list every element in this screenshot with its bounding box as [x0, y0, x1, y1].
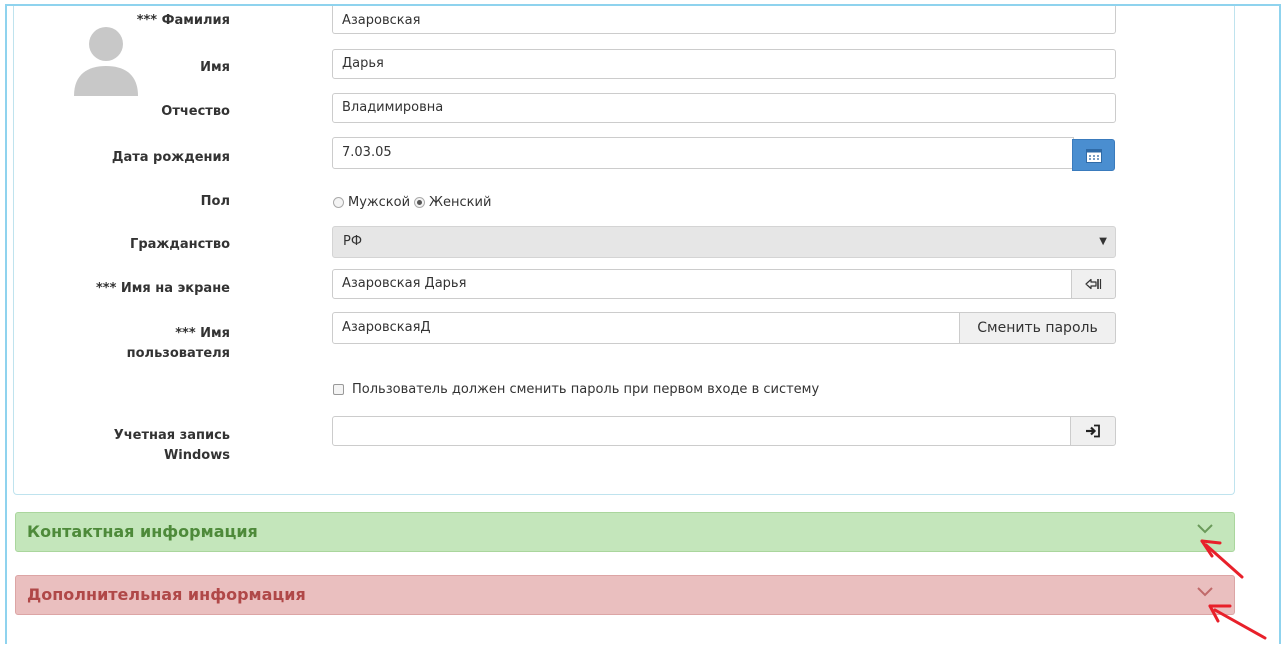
- first-name-input[interactable]: Дарья: [332, 49, 1116, 79]
- calendar-icon: [1085, 148, 1102, 163]
- gender-radio-female[interactable]: [414, 196, 426, 208]
- contact-info-section-header[interactable]: Контактная информация: [15, 512, 1235, 552]
- contact-info-title: Контактная информация: [27, 522, 258, 541]
- chevron-down-icon[interactable]: [1196, 586, 1214, 598]
- avatar-placeholder-icon: [74, 27, 138, 96]
- sign-in-icon: [1086, 424, 1100, 438]
- calendar-button[interactable]: [1072, 139, 1115, 171]
- gender-option-male-label: Мужской: [348, 194, 411, 210]
- extra-info-section-header[interactable]: Дополнительная информация: [15, 575, 1235, 615]
- citizenship-select[interactable]: РФ ▼: [332, 226, 1116, 258]
- birth-date-input[interactable]: 7.03.05: [332, 137, 1074, 169]
- citizenship-selected-value: РФ: [343, 234, 363, 249]
- citizenship-label: Гражданство: [130, 237, 230, 252]
- gender-radio-male[interactable]: [333, 196, 344, 208]
- gender-label: Пол: [200, 194, 230, 209]
- birth-date-label: Дата рождения: [111, 150, 230, 165]
- generate-display-name-button[interactable]: [1071, 269, 1116, 299]
- display-name-label: *** Имя на экране: [96, 281, 230, 296]
- must-change-password-checkbox[interactable]: [333, 384, 344, 395]
- windows-account-input[interactable]: [332, 416, 1072, 446]
- windows-account-label-line1: Учетная запись: [113, 428, 230, 443]
- surname-label: *** Фамилия: [136, 13, 230, 28]
- must-change-password-row: Пользователь должен сменить пароль при п…: [333, 382, 819, 397]
- gender-radio-group: Мужской Женский: [333, 192, 491, 212]
- extra-info-title: Дополнительная информация: [27, 585, 306, 604]
- patronymic-label: Отчество: [161, 104, 230, 119]
- username-label-line1: *** Имя: [175, 326, 230, 341]
- windows-login-button[interactable]: [1070, 416, 1116, 446]
- page-frame: *** Фамилия Азаровская Имя Дарья Отчеств…: [5, 4, 1281, 644]
- change-password-button[interactable]: Сменить пароль: [959, 312, 1116, 344]
- dropdown-caret-icon: ▼: [1099, 236, 1107, 247]
- patronymic-input[interactable]: Владимировна: [332, 93, 1116, 123]
- personal-info-panel: *** Фамилия Азаровская Имя Дарья Отчеств…: [13, 6, 1235, 495]
- windows-account-label-line2: Windows: [163, 448, 230, 463]
- surname-input[interactable]: Азаровская: [332, 6, 1116, 34]
- first-name-label: Имя: [200, 60, 230, 75]
- display-name-input[interactable]: Азаровская Дарья: [332, 269, 1073, 299]
- must-change-password-label: Пользователь должен сменить пароль при п…: [352, 382, 820, 397]
- change-password-label: Сменить пароль: [977, 320, 1098, 336]
- username-label-line2: пользователя: [126, 346, 230, 361]
- gender-option-female-label: Женский: [429, 194, 492, 210]
- username-input[interactable]: АзаровскаяД: [332, 312, 960, 344]
- chevron-down-icon[interactable]: [1196, 523, 1214, 535]
- login-arrow-icon: [1084, 278, 1101, 290]
